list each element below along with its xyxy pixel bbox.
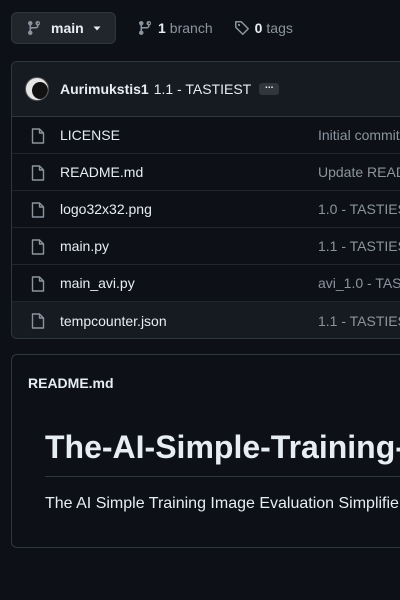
branches-link[interactable]: 1 branch	[137, 20, 213, 36]
file-row[interactable]: main.py 1.1 - TASTIEST	[12, 228, 400, 265]
tags-link[interactable]: 0 tags	[234, 20, 293, 36]
readme-panel: README.md The-AI-Simple-Training-Image-E…	[11, 354, 400, 548]
commit-author[interactable]: Aurimukstis1	[60, 81, 149, 97]
readme-paragraph: The AI Simple Training Image Evaluation …	[45, 495, 400, 512]
file-icon	[31, 276, 45, 292]
file-list: Aurimukstis1 1.1 - TASTIEST ... LICENSE …	[11, 61, 400, 339]
expand-commit-button[interactable]: ...	[259, 81, 280, 95]
tag-label: tags	[266, 20, 293, 36]
readme-divider	[45, 476, 400, 477]
file-commit-message[interactable]: Update README	[318, 164, 400, 180]
file-commit-message[interactable]: Initial commit	[318, 127, 400, 143]
file-icon	[31, 128, 45, 144]
file-icon	[31, 165, 45, 181]
file-icon	[31, 313, 45, 329]
latest-commit-bar: Aurimukstis1 1.1 - TASTIEST ...	[12, 62, 400, 117]
file-commit-message[interactable]: 1.1 - TASTIEST	[318, 313, 400, 329]
branch-name: main	[51, 20, 84, 36]
git-branch-icon	[139, 20, 151, 36]
file-icon	[31, 239, 45, 255]
file-commit-message[interactable]: avi_1.0 - TASTIEST	[318, 275, 400, 291]
file-row[interactable]: LICENSE Initial commit	[12, 117, 400, 154]
git-branch-icon	[28, 20, 40, 36]
branch-select-button[interactable]: main	[11, 12, 116, 44]
file-icon	[31, 202, 45, 218]
commit-message[interactable]: 1.1 - TASTIEST	[154, 81, 252, 97]
file-name[interactable]: README.md	[60, 164, 143, 180]
caret-down-icon	[93, 26, 101, 31]
file-name[interactable]: LICENSE	[60, 127, 120, 143]
file-name[interactable]: tempcounter.json	[60, 313, 167, 329]
file-row[interactable]: main_avi.py avi_1.0 - TASTIEST	[12, 265, 400, 302]
readme-file-title[interactable]: README.md	[28, 375, 114, 391]
file-row[interactable]: logo32x32.png 1.0 - TASTIEST	[12, 191, 400, 228]
file-commit-message[interactable]: 1.0 - TASTIEST	[318, 201, 400, 217]
file-row[interactable]: README.md Update README	[12, 154, 400, 191]
tag-icon	[234, 21, 249, 35]
file-commit-message[interactable]: 1.1 - TASTIEST	[318, 238, 400, 254]
tag-count: 0	[254, 20, 263, 36]
file-name[interactable]: main.py	[60, 238, 109, 254]
avatar[interactable]	[25, 77, 49, 101]
file-name[interactable]: logo32x32.png	[60, 201, 152, 217]
file-name[interactable]: main_avi.py	[60, 275, 135, 291]
repo-toolbar: main 1 branch 0 tags	[11, 12, 293, 44]
branch-count: 1	[158, 20, 166, 36]
file-row[interactable]: tempcounter.json 1.1 - TASTIEST	[12, 302, 400, 338]
readme-heading: The-AI-Simple-Training-Image-Evaluation-…	[45, 429, 400, 465]
branch-label: branch	[169, 20, 213, 36]
